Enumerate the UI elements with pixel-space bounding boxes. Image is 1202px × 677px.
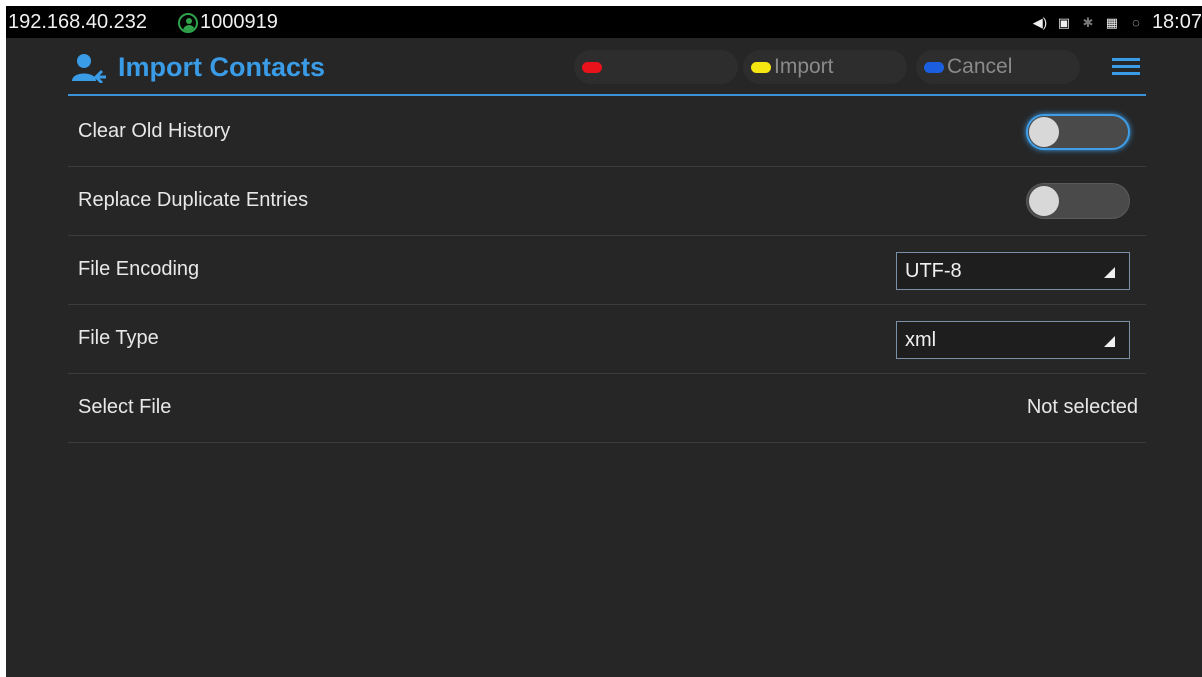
file-type-row: File Type xml bbox=[68, 305, 1146, 374]
replace-duplicates-toggle[interactable] bbox=[1026, 183, 1130, 219]
yellow-key-icon bbox=[751, 61, 771, 73]
clear-old-history-label: Clear Old History bbox=[78, 120, 231, 142]
page-title: Import Contacts bbox=[118, 52, 326, 82]
page-header: Import Contacts Import Cancel bbox=[68, 44, 1146, 96]
ip-address: 192.168.40.232 bbox=[8, 11, 148, 33]
account-icon bbox=[178, 12, 198, 33]
phone-screen: 192.168.40.232 1000919 ◀) ▣ ✱ ▦ ◌ 18:07 … bbox=[6, 6, 1202, 677]
clear-old-history-toggle[interactable] bbox=[1026, 114, 1130, 150]
status-bar: 192.168.40.232 1000919 ◀) ▣ ✱ ▦ ◌ 18:07 bbox=[6, 6, 1202, 38]
import-button-label: Import bbox=[774, 55, 834, 78]
cancel-button[interactable]: Cancel bbox=[916, 50, 1080, 84]
dropdown-arrow-icon bbox=[1104, 267, 1115, 278]
select-file-row[interactable]: Select File Not selected bbox=[68, 374, 1146, 443]
replace-duplicates-label: Replace Duplicate Entries bbox=[78, 189, 309, 211]
toggle-knob bbox=[1029, 117, 1059, 147]
account-number: 1000919 bbox=[200, 11, 278, 33]
file-encoding-value: UTF-8 bbox=[905, 260, 962, 282]
account-indicator: 1000919 bbox=[178, 11, 278, 34]
import-contacts-icon bbox=[72, 53, 106, 83]
sd-card-icon: ▦ bbox=[1105, 14, 1119, 30]
blue-key-icon bbox=[924, 61, 944, 73]
file-encoding-row: File Encoding UTF-8 bbox=[68, 236, 1146, 305]
sync-icon: ◌ bbox=[1132, 14, 1140, 30]
replace-duplicates-row: Replace Duplicate Entries bbox=[68, 167, 1146, 236]
file-type-label: File Type bbox=[78, 327, 159, 349]
voicemail-icon: ▣ bbox=[1057, 14, 1071, 30]
clock: 18:07 bbox=[1151, 11, 1202, 33]
file-type-value: xml bbox=[905, 329, 937, 351]
select-file-label: Select File bbox=[78, 396, 172, 418]
title-area: Import Contacts bbox=[72, 52, 325, 83]
red-softkey[interactable] bbox=[574, 50, 738, 84]
select-file-value: Not selected bbox=[1026, 396, 1138, 418]
toggle-knob bbox=[1029, 186, 1059, 216]
red-key-icon bbox=[582, 61, 602, 73]
clear-old-history-row: Clear Old History bbox=[68, 98, 1146, 167]
volume-icon: ◀) bbox=[1032, 14, 1048, 30]
dropdown-arrow-icon bbox=[1104, 336, 1115, 347]
bluetooth-icon: ✱ bbox=[1082, 14, 1094, 30]
file-encoding-label: File Encoding bbox=[78, 258, 200, 280]
import-button[interactable]: Import bbox=[743, 50, 907, 84]
file-encoding-select[interactable]: UTF-8 bbox=[896, 252, 1130, 290]
cancel-button-label: Cancel bbox=[947, 55, 1013, 78]
menu-icon[interactable] bbox=[1112, 58, 1140, 80]
status-icons: ◀) ▣ ✱ ▦ ◌ 18:07 bbox=[1032, 11, 1202, 34]
file-type-select[interactable]: xml bbox=[896, 321, 1130, 359]
